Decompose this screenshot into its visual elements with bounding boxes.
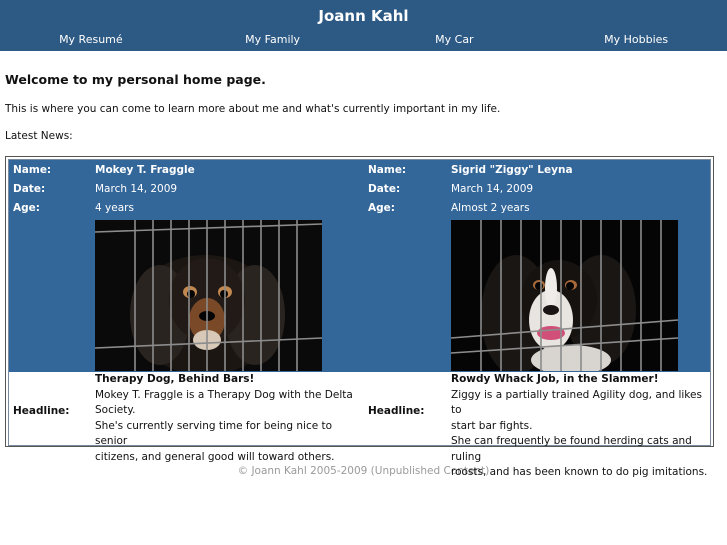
site-header: Joann Kahl My Resumé My Family My Car My…	[0, 0, 727, 51]
intro-text: This is where you can come to learn more…	[5, 103, 501, 115]
headline-text: Rowdy Whack Job, in the Slammer! Ziggy i…	[451, 372, 711, 481]
headline-line: citizens, and general good will toward o…	[95, 450, 335, 463]
dog-photo-mokey	[95, 220, 322, 371]
headline-text: Therapy Dog, Behind Bars! Mokey T. Fragg…	[95, 372, 355, 465]
date-label: Date:	[13, 183, 46, 195]
headline-title: Rowdy Whack Job, in the Slammer!	[451, 373, 659, 385]
headline-label: Headline:	[13, 405, 70, 417]
dog-date: March 14, 2009	[95, 183, 178, 195]
news-table: Name: Mokey T. Fraggle Date: March 14, 2…	[5, 156, 714, 478]
headline-line: Mokey T. Fraggle is a Therapy Dog with t…	[95, 388, 353, 401]
headline-title: Therapy Dog, Behind Bars!	[95, 373, 255, 385]
headline-line: start bar fights.	[451, 419, 533, 432]
headline-line: Society.	[95, 404, 136, 416]
age-label: Age:	[13, 202, 40, 214]
headline-label: Headline:	[368, 405, 425, 417]
nav-link-car[interactable]: My Car	[364, 33, 546, 46]
dog-name: Mokey T. Fraggle	[95, 164, 195, 176]
news-details-panel: Name: Mokey T. Fraggle Date: March 14, 2…	[9, 160, 710, 372]
nav-link-resume[interactable]: My Resumé	[0, 33, 182, 46]
main-nav: My Resumé My Family My Car My Hobbies	[0, 33, 727, 46]
headline-line: Ziggy is a partially trained Agility dog…	[451, 388, 702, 417]
headline-line: roosts, and has been known to do pig imi…	[451, 466, 708, 478]
dog-age: 4 years	[95, 202, 134, 214]
dog-name: Sigrid "Ziggy" Leyna	[451, 164, 573, 176]
news-headline-panel: Headline: Therapy Dog, Behind Bars! Moke…	[9, 372, 710, 478]
latest-news-label: Latest News:	[5, 130, 73, 142]
welcome-heading: Welcome to my personal home page.	[5, 72, 266, 87]
nav-link-family[interactable]: My Family	[182, 33, 364, 46]
main-content: Welcome to my personal home page. This i…	[0, 72, 727, 478]
name-label: Name:	[368, 164, 407, 176]
name-label: Name:	[13, 164, 52, 176]
site-title: Joann Kahl	[318, 7, 409, 25]
date-label: Date:	[368, 183, 401, 195]
news-table-inner: Name: Mokey T. Fraggle Date: March 14, 2…	[8, 159, 711, 478]
dog-age: Almost 2 years	[451, 202, 530, 214]
age-label: Age:	[368, 202, 395, 214]
dog-date: March 14, 2009	[451, 183, 534, 195]
nav-link-hobbies[interactable]: My Hobbies	[545, 33, 727, 46]
dog-photo-ziggy	[451, 220, 678, 371]
headline-line: She's currently serving time for being n…	[95, 419, 333, 448]
headline-line: She can frequently be found herding cats…	[451, 435, 692, 463]
